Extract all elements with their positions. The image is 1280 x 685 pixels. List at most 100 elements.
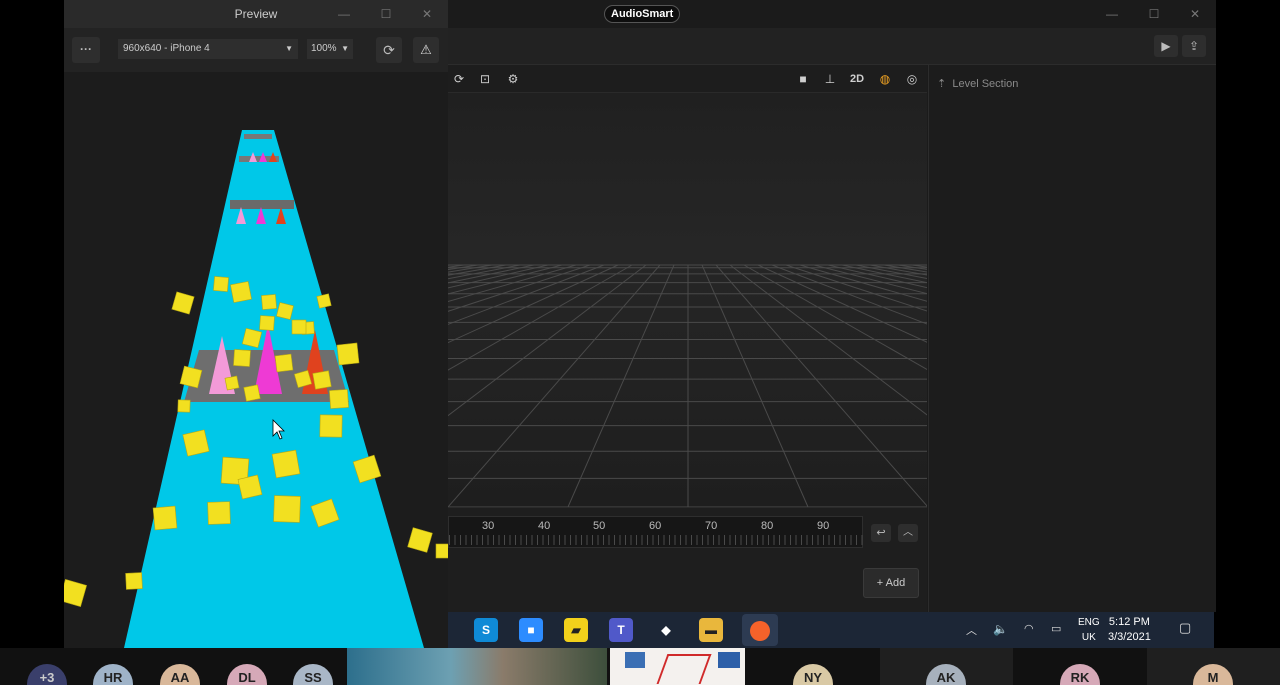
minimize-icon[interactable]: — bbox=[1102, 5, 1122, 23]
cube bbox=[273, 495, 301, 523]
level-section-panel: ⇡ Level Section + Add bbox=[863, 65, 1216, 612]
teams-icon[interactable]: T bbox=[609, 618, 633, 642]
participant-avatar[interactable]: RK bbox=[1060, 664, 1100, 685]
meeting-participant-strip: +3 HR AA DL SS NY AK RK M bbox=[0, 648, 1280, 685]
ruler-ticks bbox=[449, 535, 864, 545]
zoom-select-value: 100% bbox=[311, 43, 337, 54]
tick-label: 80 bbox=[761, 520, 774, 532]
close-icon[interactable]: ✕ bbox=[1185, 5, 1205, 23]
globe-icon[interactable]: ◍ bbox=[876, 70, 894, 88]
sticky-notes-icon[interactable]: ▰ bbox=[564, 618, 588, 642]
participant-video-tile[interactable] bbox=[347, 648, 607, 685]
app-title: AudioSmart bbox=[604, 5, 681, 23]
logo-icon bbox=[718, 652, 740, 668]
notifications-icon[interactable]: ▢ bbox=[1179, 620, 1191, 636]
cube bbox=[233, 349, 251, 367]
zoom-select[interactable]: 100% ▼ bbox=[307, 39, 353, 59]
tick-label: 50 bbox=[593, 520, 606, 532]
cube bbox=[319, 414, 343, 438]
game-preview-canvas[interactable] bbox=[64, 72, 448, 648]
cube bbox=[207, 501, 231, 525]
region-code: UK bbox=[1081, 632, 1096, 643]
cube bbox=[230, 281, 252, 303]
close-icon[interactable]: ✕ bbox=[417, 5, 437, 23]
windows-taskbar: S ■ ▰ T ◆ ▬ ︿ 🔈 ◠ ▭ ENG UK 5:12 PM 3/3/2… bbox=[448, 612, 1214, 648]
skype-icon[interactable]: S bbox=[474, 618, 498, 642]
clock-time: 5:12 PM bbox=[1108, 616, 1150, 628]
cube bbox=[224, 375, 240, 391]
battery-icon[interactable]: ▭ bbox=[1051, 622, 1061, 635]
preview-titlebar: Preview — ☐ ✕ bbox=[64, 0, 448, 28]
viewport-toolbar: ⟳ ⊡ ⚙ ■ ⊥ 2D ◍ ◎ bbox=[448, 65, 927, 93]
add-button[interactable]: + Add bbox=[863, 568, 919, 598]
export-button[interactable]: ⇪ bbox=[1182, 35, 1206, 57]
cube bbox=[152, 505, 178, 531]
cube bbox=[243, 384, 261, 402]
cube bbox=[171, 291, 195, 315]
more-options-button[interactable]: ··· bbox=[72, 37, 100, 63]
zoom-icon[interactable]: ■ bbox=[519, 618, 543, 642]
scene-viewport[interactable]: ⟳ ⊡ ⚙ ■ ⊥ 2D ◍ ◎ bbox=[448, 65, 927, 507]
participant-avatar[interactable]: HR bbox=[93, 664, 133, 685]
wifi-icon[interactable]: ◠ bbox=[1024, 622, 1034, 635]
maximize-icon[interactable]: ☐ bbox=[376, 5, 396, 23]
participant-avatar[interactable]: DL bbox=[227, 664, 267, 685]
cube bbox=[179, 365, 203, 389]
gate-bar bbox=[230, 200, 294, 209]
tick-label: 40 bbox=[538, 520, 551, 532]
cube bbox=[291, 319, 307, 335]
participant-avatar[interactable]: NY bbox=[793, 664, 833, 685]
tick-label: 60 bbox=[649, 520, 662, 532]
taskbar-clock[interactable]: 5:12 PM 3/3/2021 bbox=[1108, 615, 1151, 645]
volume-icon[interactable]: 🔈 bbox=[993, 622, 1008, 636]
participant-avatar[interactable]: SS bbox=[293, 664, 333, 685]
scale-icon[interactable]: ⊡ bbox=[476, 70, 494, 88]
level-section-label: Level Section bbox=[952, 78, 1019, 90]
cube bbox=[274, 353, 294, 373]
timeline-panel: 30 40 50 60 70 80 90 ↩ ︿ bbox=[448, 507, 927, 612]
participant-avatar[interactable]: +3 bbox=[27, 664, 67, 685]
play-button[interactable]: ▶ bbox=[1154, 35, 1178, 57]
logo-icon bbox=[625, 652, 645, 668]
loop-icon[interactable]: ↩ bbox=[871, 524, 891, 542]
axis-icon[interactable]: ⊥ bbox=[821, 70, 839, 88]
cube bbox=[329, 389, 349, 409]
cube bbox=[435, 543, 448, 559]
orbit-icon[interactable]: ◎ bbox=[903, 70, 921, 88]
device-select[interactable]: 960x640 - iPhone 4 ▼ bbox=[118, 39, 298, 59]
preview-toolbar: ··· 960x640 - iPhone 4 ▼ 100% ▼ ⟳ ⚠ bbox=[64, 28, 448, 72]
cube bbox=[336, 342, 360, 366]
upload-icon: ⇡ bbox=[937, 78, 947, 90]
active-app-icon[interactable] bbox=[742, 614, 778, 646]
preview-window: Preview — ☐ ✕ ··· 960x640 - iPhone 4 ▼ 1… bbox=[64, 0, 448, 648]
collapse-chevron-icon[interactable]: ︿ bbox=[898, 524, 918, 542]
tick-label: 30 bbox=[482, 520, 495, 532]
language-indicator[interactable]: ENG UK bbox=[1078, 615, 1100, 645]
language-code: ENG bbox=[1078, 617, 1100, 628]
cube-app-icon[interactable]: ◆ bbox=[654, 618, 678, 642]
warning-icon[interactable]: ⚠ bbox=[413, 37, 439, 63]
cube bbox=[276, 302, 294, 320]
camera-icon[interactable]: ■ bbox=[794, 70, 812, 88]
minimize-icon[interactable]: — bbox=[334, 5, 354, 23]
show-hidden-icons[interactable]: ︿ bbox=[966, 622, 977, 638]
maximize-icon[interactable]: ☐ bbox=[1144, 5, 1164, 23]
game-scene bbox=[64, 130, 448, 648]
tick-label: 90 bbox=[817, 520, 830, 532]
timeline-ruler[interactable]: 30 40 50 60 70 80 90 bbox=[448, 516, 864, 548]
participant-video-tile[interactable] bbox=[610, 648, 745, 685]
cube bbox=[261, 294, 277, 310]
cube bbox=[271, 449, 301, 479]
dropdown-arrow-icon: ▼ bbox=[341, 44, 349, 53]
settings-gear-icon[interactable]: ⚙ bbox=[504, 70, 522, 88]
file-explorer-icon[interactable]: ▬ bbox=[699, 618, 723, 642]
house-graphic bbox=[656, 654, 712, 684]
cube bbox=[407, 527, 433, 553]
tick-label: 70 bbox=[705, 520, 718, 532]
participant-avatar[interactable]: AA bbox=[160, 664, 200, 685]
rotate-icon[interactable]: ⟳ bbox=[450, 70, 468, 88]
refresh-button[interactable]: ⟳ bbox=[376, 37, 402, 63]
cube bbox=[259, 315, 275, 331]
cube bbox=[237, 474, 263, 500]
toggle-2d-button[interactable]: 2D bbox=[848, 70, 866, 88]
